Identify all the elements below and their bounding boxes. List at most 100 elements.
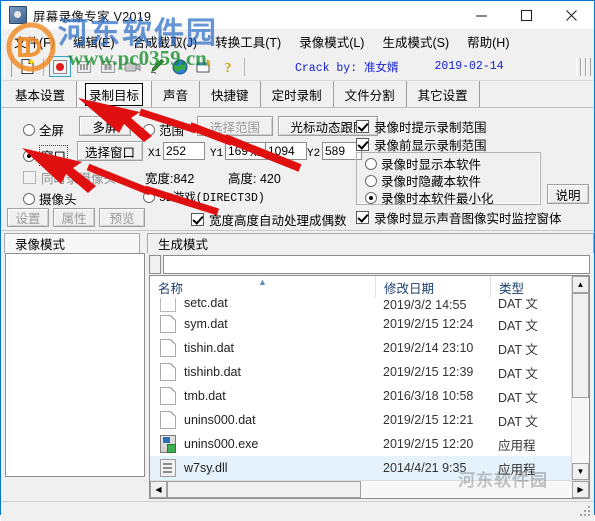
tab-basic-settings[interactable]: 基本设置	[3, 81, 78, 107]
radio-label: 录像时本软件最小化	[381, 192, 494, 206]
help-icon[interactable]: ?	[217, 56, 239, 77]
scroll-left-icon[interactable]: ◀	[150, 481, 167, 498]
camera-icon[interactable]	[121, 56, 143, 77]
pause-icon[interactable]	[97, 56, 119, 77]
cell-date: 2019/2/15 12:21	[383, 413, 474, 427]
checkbox-record-camera[interactable]: 同时录摄像头	[23, 168, 116, 187]
radio-range[interactable]: 范围	[143, 120, 184, 139]
crack-author: 准女婿	[364, 61, 399, 74]
tab-sound[interactable]: 声音	[152, 81, 201, 107]
help-explain-button[interactable]: 说明	[547, 184, 589, 204]
vscroll-thumb[interactable]	[572, 293, 589, 399]
menu-bar: 文件(F) 编辑(E) 合成截取(J) 转换工具(T) 录像模式(L) 生成模式…	[1, 29, 594, 53]
tab-label: 基本设置	[15, 88, 66, 103]
cell-name: setc.dat	[150, 298, 375, 312]
table-row[interactable]: sym.dat 2019/2/15 12:24 DAT 文	[150, 312, 571, 336]
file-dat-icon	[160, 411, 176, 429]
tab-file-split[interactable]: 文件分割	[334, 81, 407, 107]
menu-item-capture[interactable]: 合成截取(J)	[124, 29, 207, 54]
radio-minimize-app[interactable]: 录像时本软件最小化	[365, 188, 494, 207]
column-header-date[interactable]: 修改日期	[375, 276, 490, 298]
radio-fullscreen[interactable]: 全屏	[23, 120, 64, 139]
cell-name: sym.dat	[150, 315, 375, 333]
tab-timed-record[interactable]: 定时录制	[261, 81, 334, 107]
new-file-icon[interactable]	[16, 56, 38, 77]
crack-prefix: Crack by:	[295, 61, 365, 75]
explorer-vertical-scrollbar[interactable]: ▲ ▼	[571, 276, 589, 480]
explorer-horizontal-scrollbar[interactable]: ◀ ▶	[150, 480, 589, 498]
window-title: 屏幕录像专家 V2019	[33, 9, 152, 24]
menu-item-help[interactable]: 帮助(H)	[458, 29, 518, 54]
radio-d3d[interactable]: 3D游戏(DIRECT3D)	[143, 189, 265, 205]
menu-item-generate-mode[interactable]: 生成模式(S)	[373, 29, 458, 54]
tab-record-mode[interactable]: 录像模式	[4, 233, 140, 253]
menu-item-convert[interactable]: 转换工具(T)	[206, 29, 290, 54]
menu-item-file[interactable]: 文件(F)	[5, 29, 64, 54]
file-dat-icon	[160, 315, 176, 333]
checkbox-monitor-window[interactable]: 录像时显示声音图像实时监控窗体	[356, 208, 562, 227]
table-row[interactable]: tishinb.dat 2019/2/15 12:39 DAT 文	[150, 360, 571, 384]
menu-item-record-mode[interactable]: 录像模式(L)	[290, 29, 373, 54]
export-icon[interactable]	[193, 56, 215, 77]
multiscreen-button[interactable]: 多屏	[79, 116, 131, 136]
menu-item-edit[interactable]: 编辑(E)	[64, 29, 124, 54]
maximize-button[interactable]	[504, 1, 549, 29]
app-icon	[9, 6, 27, 24]
record-list-pane[interactable]	[5, 253, 145, 477]
column-header-name[interactable]: 名称 ▲	[150, 276, 375, 298]
settings-button[interactable]: 设置	[7, 208, 49, 227]
close-button[interactable]	[549, 1, 594, 29]
checkbox-even-size[interactable]: 宽度高度自动处理成偶数	[191, 210, 347, 229]
cell-type: DAT 文	[498, 298, 538, 311]
table-row[interactable]: tmb.dat 2016/3/18 10:58 DAT 文	[150, 384, 571, 408]
tab-label: 录像模式	[15, 238, 66, 252]
tab-label: 快捷键	[211, 88, 249, 103]
cell-type: DAT 文	[498, 318, 538, 333]
radio-label: 3D游戏(DIRECT3D)	[159, 192, 265, 205]
toolbar: ? Crack by: 准女婿 2019-02-14	[1, 53, 594, 81]
properties-label: 属性	[61, 212, 87, 226]
file-dat-icon	[160, 363, 176, 381]
tab-other-settings[interactable]: 其它设置	[407, 81, 480, 107]
table-row[interactable]: unins000.exe 2019/2/15 12:20 应用程	[150, 432, 571, 456]
record-icon[interactable]	[49, 56, 71, 77]
path-handle[interactable]	[149, 254, 161, 274]
minimize-button[interactable]	[459, 1, 504, 29]
hscroll-track[interactable]	[167, 481, 572, 498]
radio-window[interactable]: 窗口	[23, 145, 69, 166]
select-range-button[interactable]: 选择范围	[197, 116, 273, 136]
radio-camera[interactable]: 摄像头	[23, 189, 77, 208]
toolbar-grip[interactable]	[4, 56, 12, 77]
file-name: sym.dat	[184, 317, 228, 331]
resize-grip[interactable]	[578, 506, 592, 520]
explorer-columns: 名称 ▲ 修改日期 类型 setc.dat 2019/3/2 14:55 DAT…	[150, 276, 571, 480]
stop-icon[interactable]	[73, 56, 95, 77]
tab-generate-mode[interactable]: 生成模式	[147, 233, 594, 253]
scroll-right-icon[interactable]: ▶	[572, 481, 589, 498]
properties-button[interactable]: 属性	[53, 208, 95, 227]
checkbox-prompt-range[interactable]: 录像时提示录制范围	[356, 117, 487, 136]
path-input[interactable]	[163, 254, 590, 274]
tab-hotkeys[interactable]: 快捷键	[200, 81, 261, 107]
table-row[interactable]: tishin.dat 2019/2/14 23:10 DAT 文	[150, 336, 571, 360]
hscroll-thumb[interactable]	[167, 481, 362, 498]
pen-icon[interactable]	[145, 56, 167, 77]
globe-icon[interactable]	[169, 56, 191, 77]
x1-input[interactable]: 252	[163, 142, 205, 160]
select-window-button[interactable]: 选择窗口	[77, 141, 143, 161]
tab-record-target[interactable]: 录制目标	[77, 81, 153, 107]
scroll-down-icon[interactable]: ▼	[572, 463, 589, 480]
table-row[interactable]: unins000.dat 2019/2/15 12:21 DAT 文	[150, 408, 571, 432]
explorer-rows: setc.dat 2019/3/2 14:55 DAT 文 sym.dat 20…	[150, 298, 571, 480]
mode-tabstrip: 录像模式 生成模式	[1, 231, 594, 253]
table-row[interactable]: setc.dat 2019/3/2 14:55 DAT 文	[150, 298, 571, 312]
x2-input[interactable]: 1094	[265, 142, 307, 160]
cell-type: DAT 文	[498, 414, 538, 429]
preview-button[interactable]: 预览	[99, 208, 145, 227]
table-row[interactable]: w7sy.dll 2014/4/21 9:35 应用程	[150, 456, 571, 480]
column-header-type[interactable]: 类型	[490, 276, 571, 298]
radio-label: 全屏	[39, 124, 65, 138]
scroll-up-icon[interactable]: ▲	[572, 276, 589, 293]
file-explorer: 名称 ▲ 修改日期 类型 setc.dat 2019/3/2 14:55 DAT…	[149, 275, 590, 499]
vscroll-track[interactable]	[572, 293, 589, 463]
